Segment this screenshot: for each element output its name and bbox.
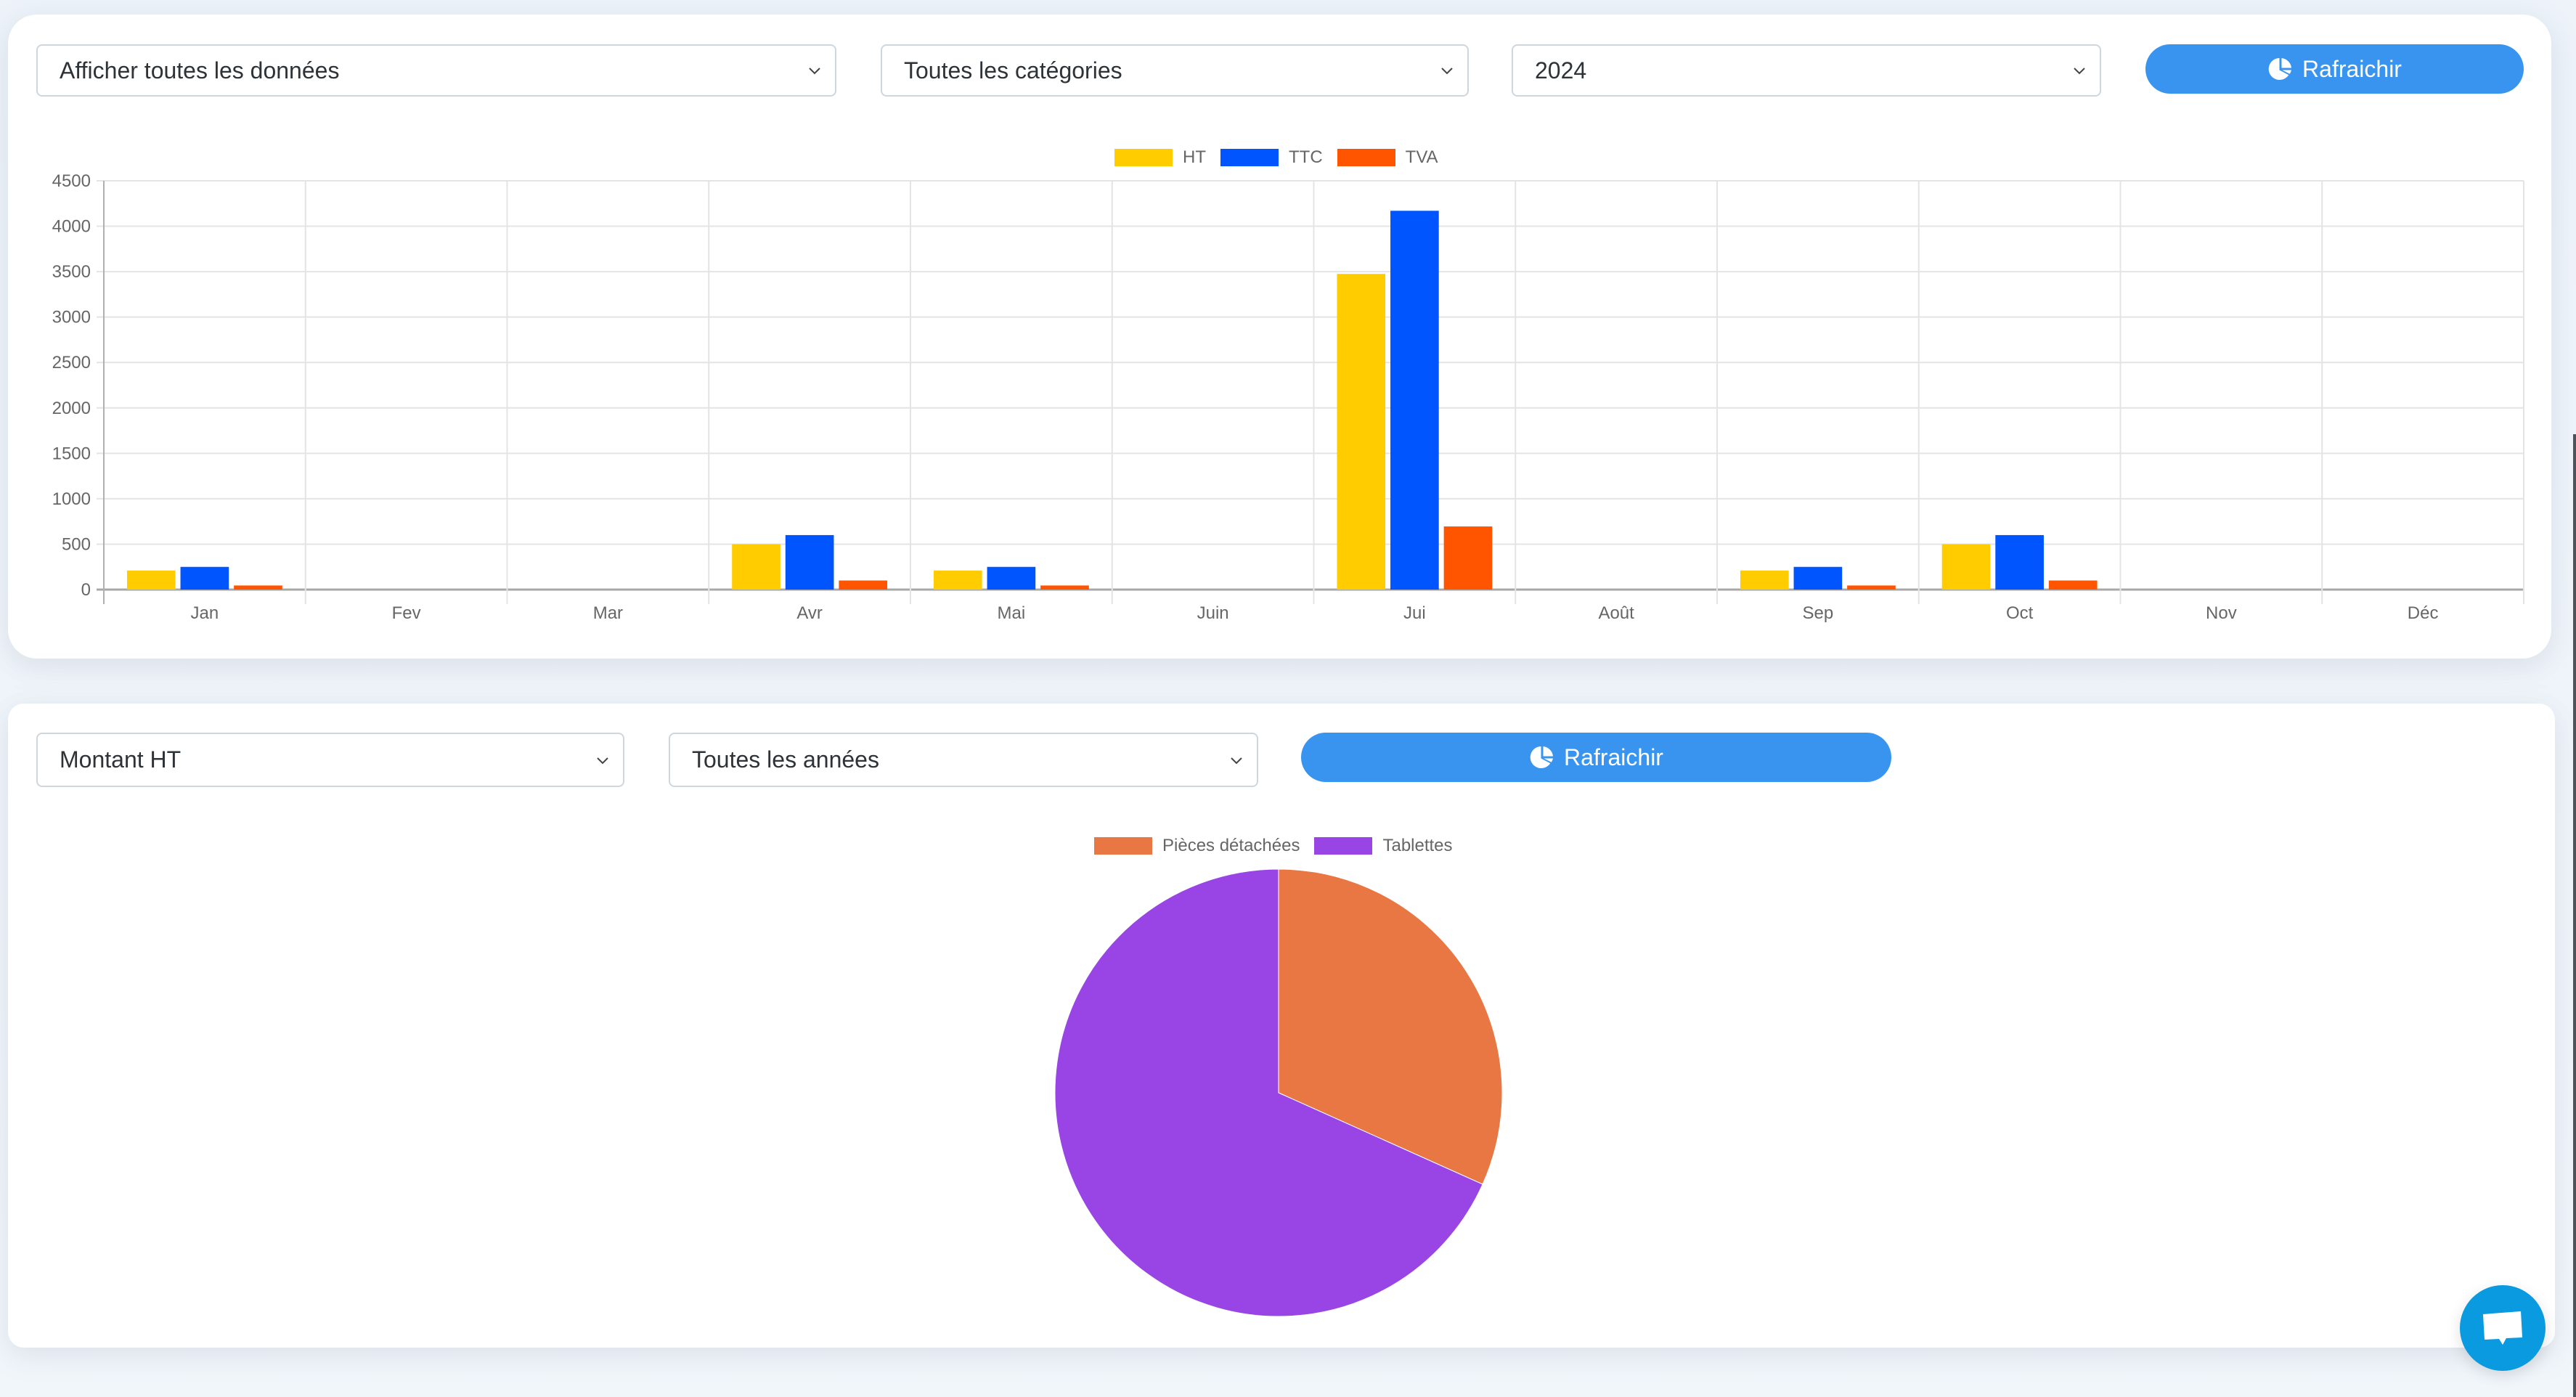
y-tick-label: 500 xyxy=(62,534,91,554)
y-tick-label: 3000 xyxy=(52,308,91,327)
legend-item-pieces[interactable]: Pièces détachées xyxy=(1094,836,1300,856)
x-tick-label: Août xyxy=(1598,603,1634,623)
bar-ttc xyxy=(1793,566,1843,590)
x-tick-label: Mar xyxy=(593,603,623,623)
pie-chart-legend: Pièces détachées Tablettes xyxy=(1094,836,1457,856)
x-tick-label: Avr xyxy=(796,603,823,623)
x-tick-label: Jui xyxy=(1403,603,1426,623)
x-tick-label: Nov xyxy=(2206,603,2237,623)
x-tick-label: Juin xyxy=(1197,603,1229,623)
pie-year-select[interactable]: Toutes les années xyxy=(669,733,1258,787)
bar-tva xyxy=(1847,585,1896,590)
bar-ttc xyxy=(987,566,1036,590)
x-tick-label: Fev xyxy=(392,603,421,623)
bar-tva xyxy=(1040,585,1089,590)
x-tick-label: Oct xyxy=(2006,603,2034,623)
chevron-down-icon xyxy=(1231,757,1242,764)
pie-chart-icon xyxy=(1530,746,1554,768)
bar-chart: 0 500 1000 1500 2000 2500 3000 3500 4000 4500 Jan F… xyxy=(52,171,2524,623)
chevron-down-icon xyxy=(597,757,608,764)
bar-ttc xyxy=(1995,534,2044,590)
pie-chart xyxy=(1054,868,1503,1317)
bar-ht xyxy=(1941,544,1991,590)
refresh-pie-chart-button[interactable]: Rafraichir xyxy=(1301,733,1891,782)
bar-ht xyxy=(1337,274,1386,590)
legend-item-tablettes[interactable]: Tablettes xyxy=(1314,836,1453,856)
refresh-label: Rafraichir xyxy=(1564,744,1663,770)
y-tick-label: 4500 xyxy=(52,171,91,191)
legend-swatch xyxy=(1094,837,1152,855)
y-tick-label: 4000 xyxy=(52,217,91,237)
y-tick-label: 1500 xyxy=(52,444,91,463)
pie-year-value: Toutes les années xyxy=(692,746,879,773)
bar-tva xyxy=(1443,526,1493,590)
y-tick-label: 3500 xyxy=(52,262,91,282)
bar-ttc xyxy=(785,534,834,590)
y-tick-label: 1000 xyxy=(52,489,91,509)
bar-ht xyxy=(126,570,176,590)
bar-ht xyxy=(933,570,982,590)
y-tick-label: 2500 xyxy=(52,353,91,372)
x-tick-label: Jan xyxy=(191,603,219,623)
legend-swatch xyxy=(1314,837,1373,855)
bar-tva xyxy=(2048,580,2098,590)
amount-type-value: Montant HT xyxy=(60,746,182,773)
chat-button[interactable] xyxy=(2460,1285,2546,1371)
amount-type-select[interactable]: Montant HT xyxy=(36,733,624,787)
y-tick-label: 2000 xyxy=(52,399,91,418)
bar-tva xyxy=(234,585,282,590)
bar-ttc xyxy=(1390,211,1439,590)
scrollbar[interactable] xyxy=(2573,434,2576,1397)
bar-ht xyxy=(1740,570,1789,590)
x-tick-label: Mai xyxy=(998,603,1026,623)
legend-label: Pièces détachées xyxy=(1162,836,1300,855)
legend-label: Tablettes xyxy=(1382,836,1453,855)
bar-ht xyxy=(732,544,780,590)
x-tick-label: Sep xyxy=(1803,603,1834,623)
chat-bubble-icon xyxy=(2483,1311,2522,1345)
y-tick-label: 0 xyxy=(81,580,91,600)
bar-tva xyxy=(839,580,888,590)
bar-ttc xyxy=(180,566,229,590)
x-tick-label: Déc xyxy=(2408,603,2439,623)
